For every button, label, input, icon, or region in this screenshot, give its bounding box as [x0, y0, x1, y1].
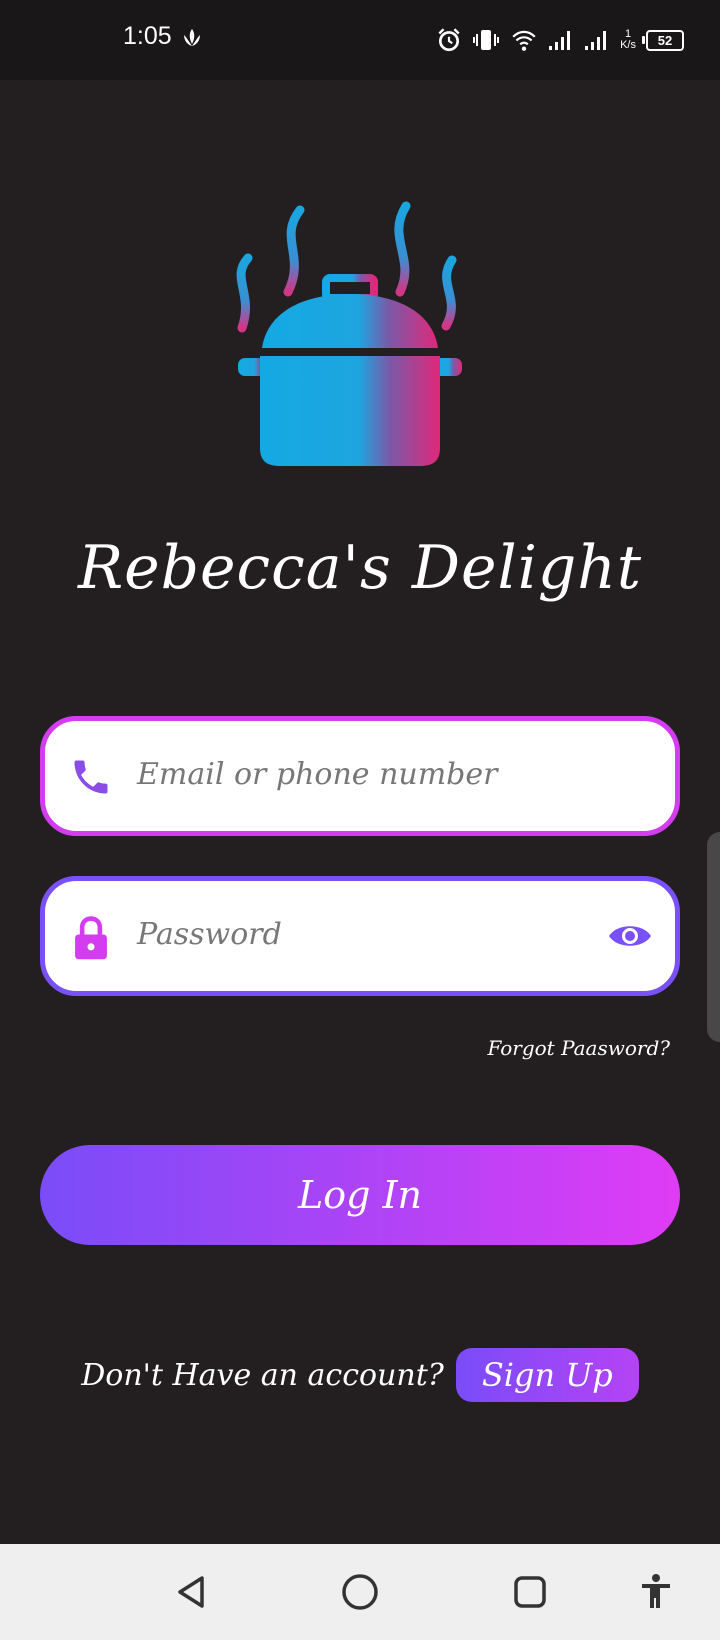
steaming-pot-icon [236, 201, 462, 466]
login-button-label: Log In [297, 1173, 422, 1217]
signup-row: Don't Have an account? Sign Up [0, 1345, 720, 1405]
status-time: 1:05 [123, 22, 172, 50]
side-panel-handle[interactable] [707, 832, 720, 1042]
forgot-password-link[interactable]: Forgot Paasword? [487, 1036, 670, 1060]
email-placeholder: Email or phone number [137, 757, 498, 792]
login-button[interactable]: Log In [40, 1145, 680, 1245]
net-speed: 1 K/s [620, 28, 636, 51]
lock-icon [75, 916, 107, 960]
signal-icon [585, 31, 607, 50]
password-placeholder: Password [137, 917, 282, 952]
phone-icon [74, 760, 108, 794]
home-icon[interactable] [340, 1572, 380, 1612]
password-field[interactable]: Password [40, 876, 680, 996]
signal-icon [549, 31, 571, 50]
recents-icon[interactable] [510, 1572, 550, 1612]
leaf-icon [184, 29, 200, 46]
navigation-bar [0, 1544, 720, 1640]
signup-prompt: Don't Have an account? [81, 1357, 444, 1393]
signup-button[interactable]: Sign Up [455, 1348, 639, 1402]
alarm-icon [438, 28, 460, 52]
back-icon[interactable] [172, 1572, 212, 1612]
vibrate-icon [473, 30, 500, 50]
app-title: Rebecca's Delight [77, 533, 643, 603]
eye-icon[interactable] [607, 919, 653, 953]
battery-indicator: 52 [642, 29, 684, 51]
wifi-icon [512, 30, 536, 51]
status-bar: 1:05 1 K/s 52 [0, 0, 720, 80]
accessibility-icon[interactable] [636, 1572, 676, 1612]
email-field[interactable]: Email or phone number [40, 716, 680, 836]
